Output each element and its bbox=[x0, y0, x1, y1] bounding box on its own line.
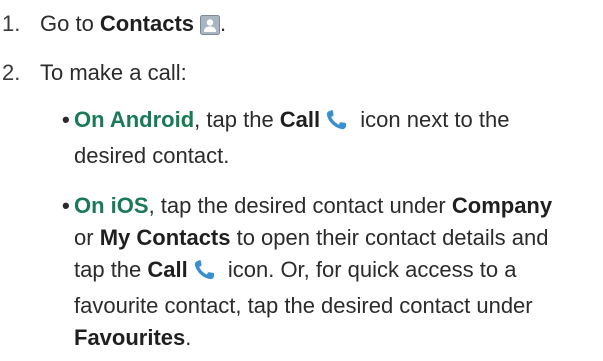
ios-text-3a: tap the bbox=[74, 257, 148, 282]
ios-text-2b: to open their contact details and bbox=[230, 225, 549, 250]
phone-icon bbox=[188, 258, 222, 290]
phone-icon bbox=[320, 108, 354, 140]
android-text-3: desired contact. bbox=[74, 143, 230, 168]
android-text-2: icon next to the bbox=[354, 107, 510, 132]
android-label: On Android bbox=[74, 107, 195, 132]
ios-text-3b: icon. Or, for quick access to a bbox=[221, 257, 517, 282]
ios-text-1: , tap the desired contact under bbox=[148, 193, 452, 218]
step-1-contacts-label: Contacts bbox=[99, 11, 195, 36]
ios-text-5: . bbox=[185, 325, 192, 350]
step-1-suffix: . bbox=[220, 11, 227, 36]
bullet-ios-text: On iOS, tap the desired contact under Co… bbox=[74, 190, 596, 354]
ios-label: On iOS bbox=[74, 193, 149, 218]
step-2-text: To make a call: bbox=[40, 60, 187, 85]
android-text-1: , tap the bbox=[194, 107, 280, 132]
favourites-label: Favourites bbox=[74, 325, 186, 350]
step-2-number: 2. bbox=[2, 60, 21, 85]
bullet-ios: • On iOS, tap the desired contact under … bbox=[56, 190, 596, 354]
step-1-prefix: Go to bbox=[40, 11, 100, 36]
ios-call-label: Call bbox=[147, 257, 188, 282]
bullet-android: • On Android, tap the Call icon next to … bbox=[56, 104, 596, 172]
instruction-document: 1. Go to Contacts. 2. To make a call: • On… bbox=[0, 0, 603, 361]
ios-text-2a: or bbox=[74, 225, 100, 250]
step-2: 2. To make a call: bbox=[0, 57, 187, 89]
company-label: Company bbox=[451, 193, 553, 218]
bullet-android-text: On Android, tap the Call icon next to th… bbox=[74, 104, 596, 172]
my-contacts-label: My Contacts bbox=[99, 225, 231, 250]
ios-text-4: favourite contact, tap the desired conta… bbox=[74, 293, 533, 318]
bullet-dot: • bbox=[62, 107, 70, 132]
step-1: 1. Go to Contacts. bbox=[0, 8, 226, 44]
bullet-dot: • bbox=[62, 193, 70, 218]
step-1-number: 1. bbox=[2, 11, 21, 36]
contacts-icon bbox=[194, 12, 221, 44]
android-call-label: Call bbox=[279, 107, 321, 132]
